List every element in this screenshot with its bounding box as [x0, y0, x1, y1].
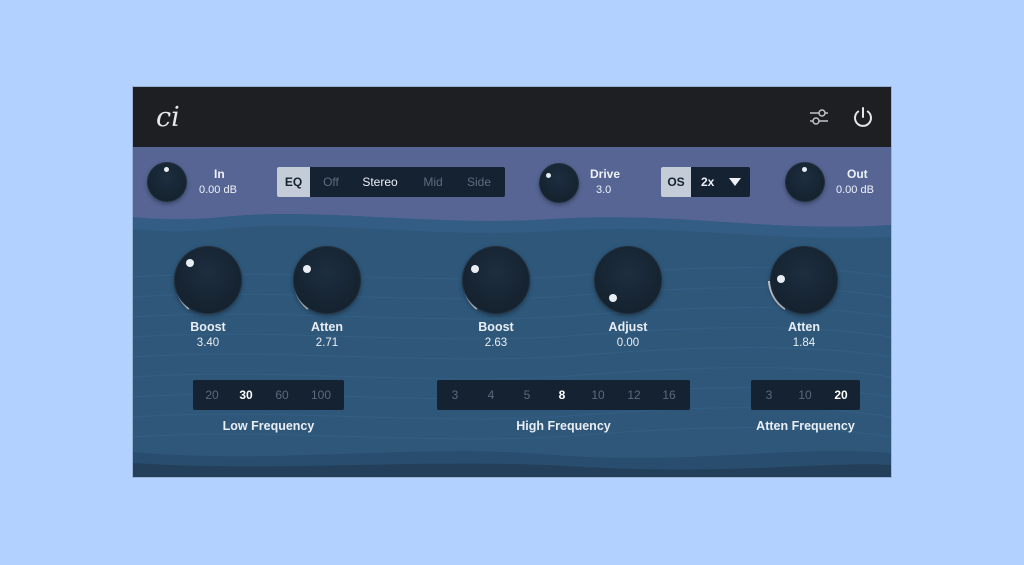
drive-knob[interactable]	[539, 163, 579, 203]
oversampling-dropdown[interactable]: OS 2x	[661, 167, 750, 197]
low-boost-value: 3.40	[196, 337, 220, 349]
eq-mode-selector: EQ Off Stereo Mid Side	[277, 167, 505, 197]
high-frequency-option[interactable]: 5	[513, 380, 541, 410]
eq-mode-off[interactable]: Off	[313, 167, 349, 197]
low-frequency-option[interactable]: 100	[303, 380, 339, 410]
low-boost-label: Boost	[190, 320, 226, 334]
high-frequency-title: High Frequency	[516, 419, 611, 433]
oversampling-tag: OS	[661, 167, 691, 197]
low-boost-knob[interactable]	[174, 246, 242, 314]
high-boost-knob[interactable]	[462, 246, 530, 314]
output-value: 0.00 dB	[836, 184, 874, 196]
eq-mode-side[interactable]: Side	[457, 167, 501, 197]
high-boost-label: Boost	[478, 320, 514, 334]
high-frequency-option[interactable]: 8	[548, 380, 576, 410]
atten-frequency-selector: 3 10 20	[751, 380, 860, 410]
low-atten-value: 2.71	[315, 337, 339, 349]
low-frequency-option[interactable]: 20	[197, 380, 227, 410]
low-frequency-option[interactable]: 60	[267, 380, 297, 410]
knob-indicator	[164, 167, 169, 172]
eq-mode-tag: EQ	[277, 167, 310, 197]
eq-plugin-window: ci In 0.00 dB EQ Off Stereo Mid Side Dri…	[133, 87, 891, 477]
knob-indicator	[777, 275, 785, 283]
low-atten-knob[interactable]	[293, 246, 361, 314]
settings-sliders-icon[interactable]	[807, 105, 831, 129]
atten-frequency-option[interactable]: 3	[755, 380, 783, 410]
low-frequency-selector: 20 30 60 100	[193, 380, 344, 410]
brand-logo: ci	[156, 102, 180, 133]
eq-mode-stereo[interactable]: Stereo	[351, 167, 409, 197]
high-boost-value: 2.63	[484, 337, 508, 349]
knob-indicator	[546, 173, 551, 178]
knob-indicator	[471, 265, 479, 273]
knob-indicator	[802, 167, 807, 172]
output-label: Out	[847, 167, 868, 181]
atten-value: 1.84	[792, 337, 816, 349]
input-value: 0.00 dB	[199, 184, 237, 196]
title-bar: ci	[133, 87, 891, 147]
atten-frequency-title: Atten Frequency	[756, 419, 855, 433]
high-frequency-option[interactable]: 16	[653, 380, 685, 410]
power-icon[interactable]	[850, 104, 876, 130]
high-frequency-option[interactable]: 4	[477, 380, 505, 410]
knob-indicator	[609, 294, 617, 302]
input-gain-knob[interactable]	[147, 162, 187, 202]
drive-value: 3.0	[596, 184, 612, 196]
low-frequency-option[interactable]: 30	[231, 380, 261, 410]
oversampling-value: 2x	[701, 175, 715, 189]
eq-mode-mid[interactable]: Mid	[413, 167, 453, 197]
knob-indicator	[303, 265, 311, 273]
low-atten-label: Atten	[311, 320, 343, 334]
knob-indicator	[186, 259, 194, 267]
low-frequency-title: Low Frequency	[222, 419, 315, 433]
high-frequency-selector: 3 4 5 8 10 12 16	[437, 380, 690, 410]
high-adjust-value: 0.00	[616, 337, 640, 349]
svg-text:ci: ci	[156, 102, 180, 133]
high-frequency-option[interactable]: 3	[441, 380, 469, 410]
atten-frequency-option[interactable]: 20	[825, 380, 857, 410]
high-frequency-option[interactable]: 10	[582, 380, 614, 410]
atten-frequency-option[interactable]: 10	[789, 380, 821, 410]
chevron-down-icon	[729, 178, 741, 186]
atten-label: Atten	[788, 320, 820, 334]
input-label: In	[214, 167, 225, 181]
output-gain-knob[interactable]	[785, 162, 825, 202]
high-adjust-knob[interactable]	[594, 246, 662, 314]
high-frequency-option[interactable]: 12	[618, 380, 650, 410]
drive-label: Drive	[590, 167, 621, 181]
atten-knob[interactable]	[770, 246, 838, 314]
high-adjust-label: Adjust	[608, 320, 648, 334]
